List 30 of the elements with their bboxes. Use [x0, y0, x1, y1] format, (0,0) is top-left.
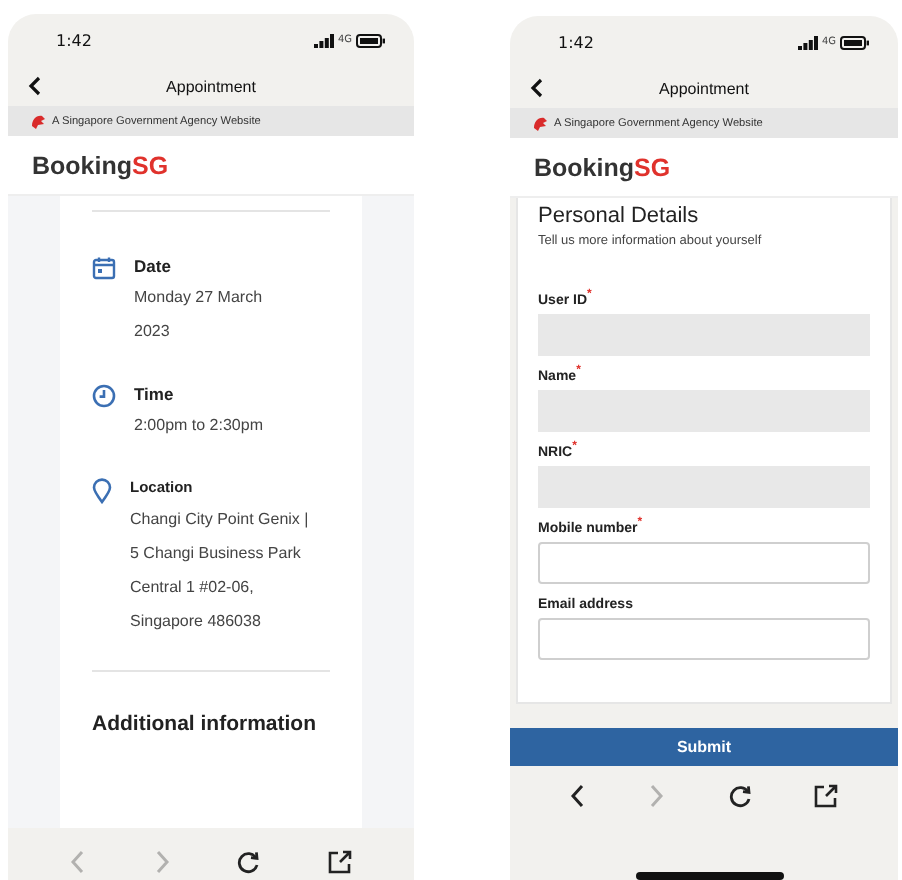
submit-button[interactable]: Submit [510, 728, 898, 766]
page-title: Appointment [659, 79, 749, 97]
detail-value: Monday 27 March 2023 [134, 286, 265, 344]
map-pin-icon [92, 478, 112, 504]
detail-value: 2:00pm to 2:30pm [134, 414, 265, 438]
signal-icon [313, 33, 334, 47]
section-title: Additional information [92, 712, 318, 736]
battery-icon [356, 33, 386, 47]
status-time: 1:42 [558, 33, 594, 51]
back-icon[interactable] [530, 78, 544, 98]
share-icon[interactable] [328, 849, 353, 873]
calendar-icon [92, 256, 116, 280]
detail-value: Changi City Point Genix | 5 Changi Business Park Central 1 #02-06, Singapore 486038 [130, 508, 310, 634]
page-title: Appointment [166, 77, 256, 95]
logo[interactable]: BookingSG [534, 153, 671, 181]
detail-label: Time [134, 382, 176, 408]
form-title: Personal Details [538, 204, 701, 228]
detail-label: Date [134, 254, 173, 280]
reload-icon[interactable] [727, 784, 752, 808]
share-icon[interactable] [814, 784, 839, 808]
input-field[interactable] [538, 542, 870, 584]
battery-icon [840, 35, 870, 49]
back-icon[interactable] [28, 76, 42, 96]
clock-icon [92, 384, 116, 408]
logo[interactable]: BookingSG [32, 151, 169, 179]
reload-icon[interactable] [236, 849, 261, 873]
back-icon[interactable] [569, 784, 586, 808]
status-time: 1:42 [56, 31, 92, 49]
input-field[interactable] [538, 618, 870, 660]
signal-icon [797, 35, 818, 49]
